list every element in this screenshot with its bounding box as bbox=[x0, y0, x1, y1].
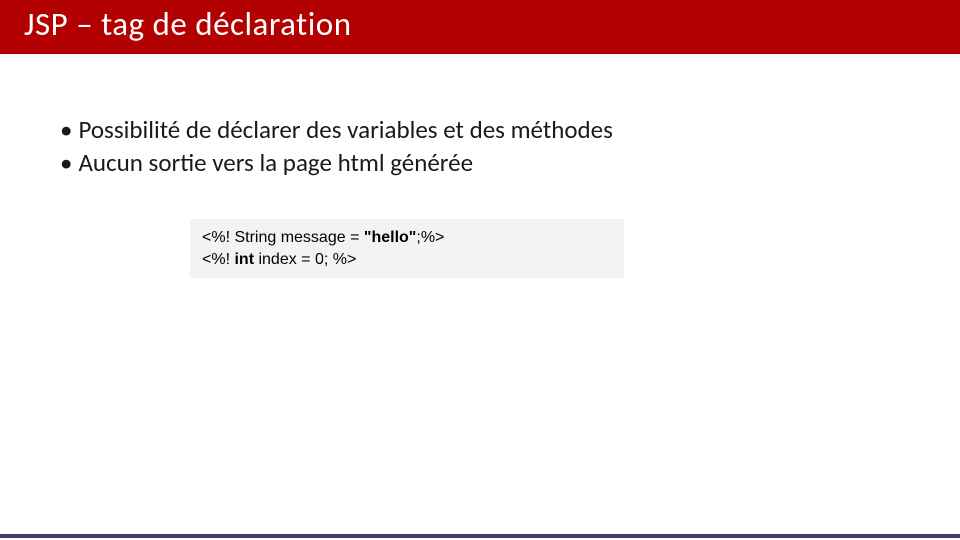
code-line: <%! String message = "hello";%> bbox=[202, 227, 612, 249]
code-text: ;%> bbox=[416, 229, 444, 246]
code-keyword: int bbox=[234, 251, 254, 268]
bullet-list: • Possibilité de déclarer des variables … bbox=[60, 114, 900, 179]
bullet-icon: • bbox=[60, 114, 72, 147]
slide-content: • Possibilité de déclarer des variables … bbox=[0, 54, 960, 278]
bullet-icon: • bbox=[60, 147, 72, 180]
code-text: <%! String message = bbox=[202, 229, 364, 246]
footer-bar bbox=[0, 534, 960, 538]
bullet-text: Aucun sortie vers la page html générée bbox=[78, 147, 473, 180]
bullet-text: Possibilité de déclarer des variables et… bbox=[78, 114, 612, 147]
list-item: • Aucun sortie vers la page html générée bbox=[60, 147, 900, 180]
slide-header: JSP – tag de déclaration bbox=[0, 0, 960, 54]
code-text: index = 0; %> bbox=[254, 251, 356, 268]
code-text: <%! bbox=[202, 251, 234, 268]
list-item: • Possibilité de déclarer des variables … bbox=[60, 114, 900, 147]
code-block: <%! String message = "hello";%> <%! int … bbox=[190, 219, 624, 278]
code-line: <%! int index = 0; %> bbox=[202, 249, 612, 271]
code-string: "hello" bbox=[364, 229, 417, 246]
slide-title: JSP – tag de déclaration bbox=[24, 4, 352, 44]
